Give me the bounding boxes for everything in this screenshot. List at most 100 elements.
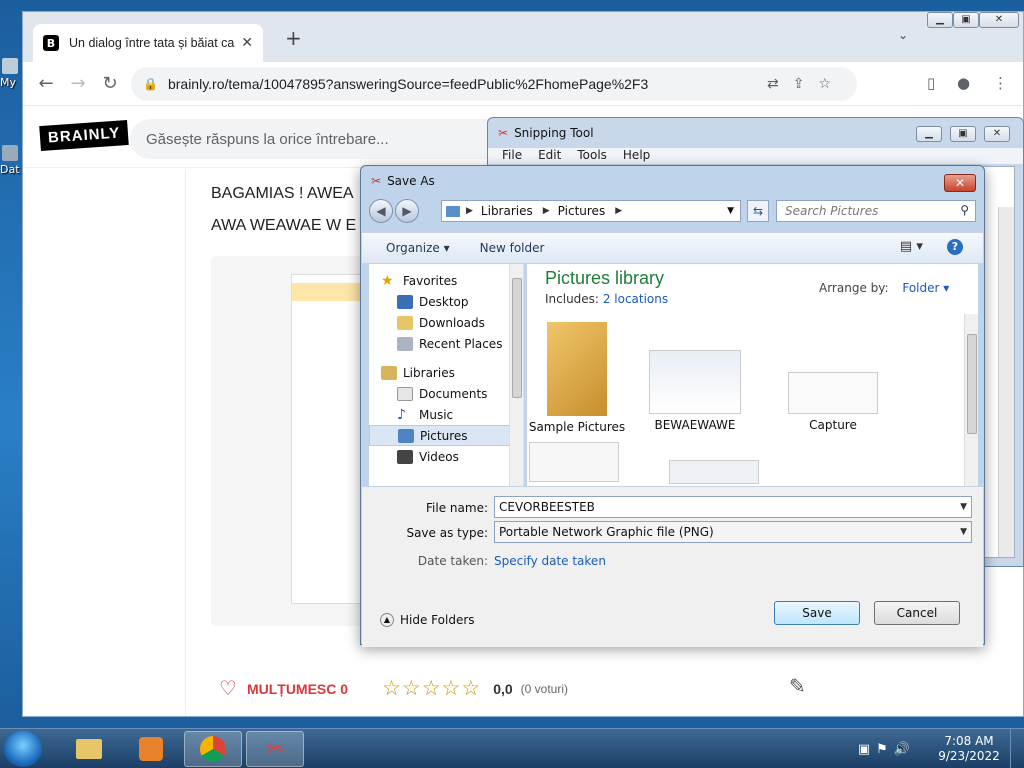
snip-minimize-button[interactable]: ▁ (916, 126, 942, 142)
taskbar-chrome[interactable] (184, 731, 242, 767)
thanks-button[interactable]: MULȚUMESC 0 (247, 681, 348, 697)
taskbar-media-player[interactable] (122, 731, 180, 767)
snip-close-button[interactable]: ✕ (984, 126, 1010, 142)
clock[interactable]: 7:08 AM 9/23/2022 (934, 734, 1004, 764)
refresh-icon[interactable]: ⇆ (747, 200, 769, 222)
item-label: Capture (809, 418, 857, 432)
forward-icon[interactable]: → (67, 73, 89, 95)
nav-pictures[interactable]: Pictures (369, 425, 523, 446)
new-folder-button[interactable]: New folder (480, 241, 545, 255)
chevron-down-icon[interactable]: ▼ (727, 206, 734, 216)
taskbar-snipping-tool[interactable]: ✂ (246, 731, 304, 767)
chevron-up-icon: ▲ (380, 613, 394, 627)
brainly-logo[interactable]: BRAINLY (39, 119, 130, 152)
reload-icon[interactable]: ↻ (99, 73, 121, 95)
nav-documents[interactable]: Documents (369, 383, 523, 404)
address-bar[interactable]: 🔒 brainly.ro/tema/10047895?answeringSour… (131, 67, 857, 101)
nav-libraries[interactable]: Libraries (369, 362, 523, 383)
item-label: BEWAEWAWE (654, 418, 736, 432)
dialog-close-button[interactable]: ✕ (944, 174, 976, 192)
image-thumbnail[interactable] (529, 442, 619, 482)
organize-button[interactable]: Organize ▾ (386, 241, 450, 255)
tab-search-chevron-icon[interactable]: ⌄ (898, 28, 908, 42)
crumb-libraries[interactable]: Libraries (481, 204, 533, 218)
snip-maximize-button[interactable]: ▣ (950, 126, 976, 142)
tab-title: Un dialog între tata și băiat ca nu (69, 36, 236, 50)
forward-icon[interactable]: ▶ (395, 199, 419, 223)
library-scrollbar[interactable] (964, 314, 978, 486)
profile-icon[interactable]: ● (957, 74, 970, 92)
item-sample-pictures[interactable]: Sample Pictures (517, 322, 637, 434)
nav-videos[interactable]: Videos (369, 446, 523, 467)
back-icon[interactable]: ← (35, 73, 57, 95)
nav-label: Pictures (420, 428, 468, 443)
nav-music[interactable]: ♪ Music (369, 404, 523, 425)
new-tab-button[interactable]: + (285, 26, 302, 50)
folder-icon (547, 322, 607, 416)
menu-help[interactable]: Help (623, 148, 650, 164)
file-name-input[interactable]: CEVORBEESTEB ▼ (494, 496, 972, 518)
library-title: Pictures library (545, 268, 665, 288)
maximize-button[interactable]: ▣ (953, 12, 979, 28)
search-input[interactable]: Search Pictures ⚲ (776, 200, 976, 222)
computer-icon (2, 58, 18, 74)
view-icon[interactable]: ▤ ▾ (900, 239, 923, 254)
specify-date-link[interactable]: Specify date taken (494, 554, 606, 568)
scissors-icon: ✂ (265, 736, 285, 762)
rating-stars[interactable]: ☆☆☆☆☆ (382, 676, 481, 701)
desktop-icon (397, 294, 413, 309)
folder-icon (2, 145, 18, 161)
answer-line: BAGAMIAS ! AWEA (211, 185, 354, 202)
snipping-menu-bar: File Edit Tools Help (488, 148, 1023, 164)
file-name-label: File name: (426, 501, 488, 515)
nav-downloads[interactable]: Downloads (369, 312, 523, 333)
menu-edit[interactable]: Edit (538, 148, 561, 164)
media-player-icon (139, 737, 163, 761)
locations-link[interactable]: 2 locations (603, 292, 668, 306)
help-icon[interactable]: ? (947, 239, 963, 255)
rating-value: 0,0 (493, 680, 513, 697)
show-desktop-button[interactable] (1010, 729, 1024, 768)
desktop-icon-dat[interactable]: Dat (0, 145, 22, 176)
chevron-down-icon[interactable]: ▼ (960, 497, 967, 517)
item-capture[interactable]: Capture (773, 372, 893, 432)
pictures-icon (398, 428, 414, 443)
hide-folders-button[interactable]: ▲ Hide Folders (380, 613, 475, 627)
save-button[interactable]: Save (774, 601, 860, 625)
scroll-thumb[interactable] (967, 334, 977, 434)
url-text: brainly.ro/tema/10047895?answeringSource… (167, 76, 649, 92)
image-thumbnail[interactable] (669, 460, 759, 484)
edit-pencil-icon[interactable]: ✎ (789, 674, 806, 698)
chrome-menu-icon[interactable]: ⋮ (993, 74, 1008, 92)
menu-file[interactable]: File (502, 148, 522, 164)
omnibox-action-icons[interactable]: ⇄⇪☆ (767, 76, 845, 92)
nav-label: Favorites (403, 273, 458, 288)
desktop-icon-my[interactable]: My (0, 58, 22, 89)
back-icon[interactable]: ◀ (369, 199, 393, 223)
chevron-down-icon[interactable]: ▼ (960, 522, 967, 542)
nav-label: Videos (419, 449, 459, 464)
nav-label: Documents (419, 386, 488, 401)
close-window-button[interactable]: ✕ (979, 12, 1019, 28)
taskbar-explorer[interactable] (60, 731, 118, 767)
breadcrumb[interactable]: ▶ Libraries ▶ Pictures ▶ ▼ (441, 200, 741, 222)
tray-icons[interactable]: ▣⚑🔊 (858, 742, 916, 757)
nav-favorites[interactable]: ★ Favorites (369, 270, 523, 291)
arrange-dropdown[interactable]: Folder ▾ (902, 281, 949, 295)
save-type-select[interactable]: Portable Network Graphic file (PNG) ▼ (494, 521, 972, 543)
desktop-icon-label: My (0, 76, 17, 89)
close-tab-icon[interactable]: ✕ (241, 35, 253, 51)
snip-scrollbar[interactable] (998, 207, 1014, 557)
crumb-pictures[interactable]: Pictures (558, 204, 606, 218)
start-button[interactable] (4, 731, 42, 767)
nav-recent-places[interactable]: Recent Places (369, 333, 523, 354)
item-bewaewawe[interactable]: BEWAEWAWE (635, 350, 755, 432)
nav-desktop[interactable]: Desktop (369, 291, 523, 312)
side-panel-icon[interactable]: ▯ (927, 74, 935, 92)
browser-tab[interactable]: B Un dialog între tata și băiat ca nu ✕ (33, 24, 263, 62)
screenshot-thumbnail (291, 274, 371, 604)
minimize-button[interactable]: ▁ (927, 12, 953, 28)
cancel-button[interactable]: Cancel (874, 601, 960, 625)
menu-tools[interactable]: Tools (577, 148, 607, 164)
heart-icon[interactable]: ♡ (219, 676, 237, 701)
